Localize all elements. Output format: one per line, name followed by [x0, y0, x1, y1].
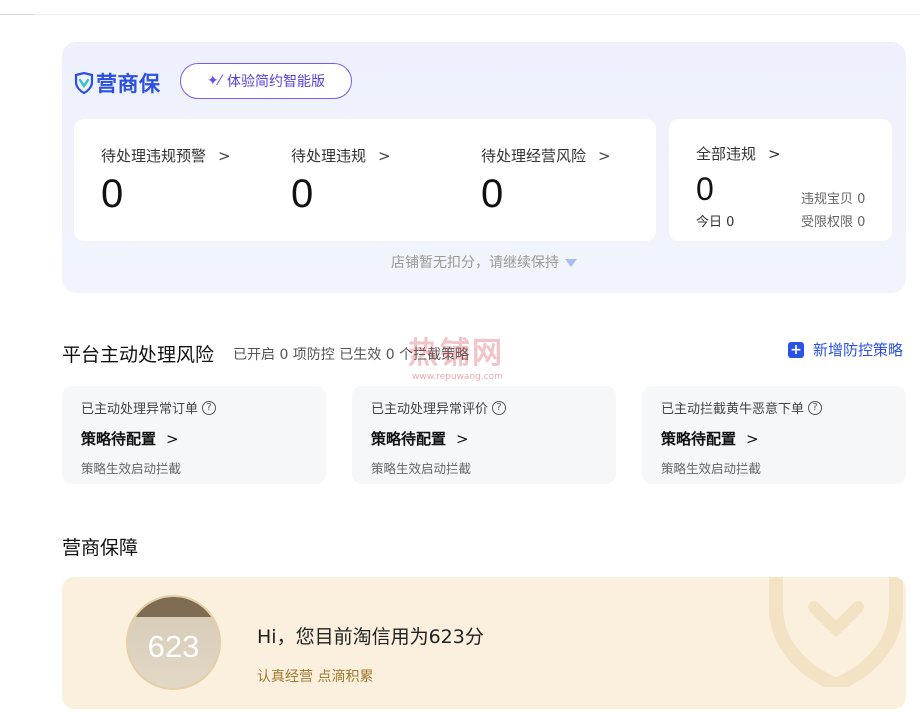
strategy-status: 策略待配置	[81, 430, 157, 448]
watermark-logo: 热铺网	[408, 336, 504, 371]
experience-simple-button[interactable]: ✦⁄ 体验简约智能版	[180, 63, 352, 99]
strategy-status: 策略待配置	[661, 430, 737, 448]
stat-label: 待处理经营风险	[481, 147, 587, 165]
stat-value: 0	[101, 172, 124, 216]
today-count: 今日 0	[696, 215, 735, 230]
chevron-right-icon: >	[456, 429, 469, 448]
chevron-right-icon: >	[166, 429, 179, 448]
violation-panel: 营商保 ✦⁄ 体验简约智能版 待处理违规预警 > 0 待处理违规 > 0 待处理经营…	[62, 42, 906, 293]
shield-v-icon	[74, 72, 94, 94]
credit-score-value: 623	[147, 628, 200, 664]
pending-stats-card: 待处理违规预警 > 0 待处理违规 > 0 待处理经营风险 > 0	[74, 119, 656, 241]
brand-logo: 营商保	[74, 68, 161, 98]
risk-card-title: 已主动拦截黄牛恶意下单	[661, 402, 805, 417]
violation-items-count: 违规宝贝 0	[801, 192, 866, 207]
all-violations-link[interactable]: 全部违规 >	[696, 143, 781, 164]
strategy-status: 策略待配置	[371, 430, 447, 448]
add-strategy-label: 新增防控策略	[813, 341, 904, 359]
add-strategy-button[interactable]: + 新增防控策略	[788, 339, 903, 360]
credit-score-panel: 623 Hi，您目前淘信用为623分 认真经营 点滴积累	[62, 577, 906, 709]
credit-score-badge: 623	[126, 595, 221, 690]
guarantee-section-title: 营商保障	[62, 537, 139, 559]
watermark-url: www.repuwang.com	[412, 372, 503, 382]
risk-card-abnormal-orders: 已主动处理异常订单? 策略待配置 > 策略生效启动拦截	[62, 386, 326, 484]
stat-label: 待处理违规	[291, 147, 367, 165]
risk-section-title: 平台主动处理风险	[62, 344, 215, 366]
brand-name: 营商保	[96, 72, 161, 96]
question-icon[interactable]: ?	[202, 400, 217, 415]
risk-card-desc: 策略生效启动拦截	[81, 461, 182, 476]
stat-pending-risk[interactable]: 待处理经营风险 > 0	[481, 145, 611, 217]
all-violations-card: 全部违规 > 0 今日 0 违规宝贝 0 受限权限 0	[669, 119, 892, 241]
stat-label: 待处理违规预警	[101, 147, 207, 165]
no-deduction-text: 店铺暂无扣分，请继续保持	[391, 255, 559, 271]
chevron-right-icon: >	[598, 146, 611, 165]
credit-motto: 认真经营 点滴积累	[257, 669, 374, 685]
credit-message: Hi，您目前淘信用为623分	[257, 626, 484, 648]
chevron-right-icon: >	[218, 146, 231, 165]
plus-icon: +	[788, 341, 804, 358]
strategy-config-link[interactable]: 策略待配置 >	[371, 428, 469, 449]
top-divider-left	[0, 14, 34, 15]
stat-pending-warning[interactable]: 待处理违规预警 > 0	[101, 145, 231, 217]
sparkle-icon: ✦⁄	[206, 73, 222, 89]
triangle-down-icon	[565, 259, 577, 267]
stat-value: 0	[291, 172, 314, 216]
restricted-permissions-count: 受限权限 0	[801, 215, 866, 230]
all-violations-value: 0	[696, 171, 714, 207]
experience-button-label: 体验简约智能版	[227, 74, 326, 90]
risk-card-title: 已主动处理异常评价	[371, 402, 489, 417]
question-icon[interactable]: ?	[492, 400, 507, 415]
strategy-config-link[interactable]: 策略待配置 >	[81, 428, 179, 449]
chevron-right-icon: >	[746, 429, 759, 448]
chevron-right-icon: >	[378, 146, 391, 165]
risk-card-abnormal-reviews: 已主动处理异常评价? 策略待配置 > 策略生效启动拦截	[352, 386, 616, 484]
risk-card-desc: 策略生效启动拦截	[371, 461, 472, 476]
stat-value: 0	[481, 172, 504, 216]
top-divider	[0, 14, 920, 15]
stat-pending-violation[interactable]: 待处理违规 > 0	[291, 145, 391, 217]
risk-card-desc: 策略生效启动拦截	[661, 461, 762, 476]
chevron-right-icon: >	[768, 144, 781, 163]
risk-card-scalper-orders: 已主动拦截黄牛恶意下单? 策略待配置 > 策略生效启动拦截	[642, 386, 906, 484]
shield-watermark-icon	[769, 577, 903, 687]
all-violations-label: 全部违规	[696, 145, 757, 163]
no-deduction-toggle[interactable]: 店铺暂无扣分，请继续保持	[62, 252, 906, 272]
strategy-config-link[interactable]: 策略待配置 >	[661, 428, 759, 449]
risk-card-title: 已主动处理异常订单	[81, 402, 199, 417]
question-icon[interactable]: ?	[808, 400, 823, 415]
